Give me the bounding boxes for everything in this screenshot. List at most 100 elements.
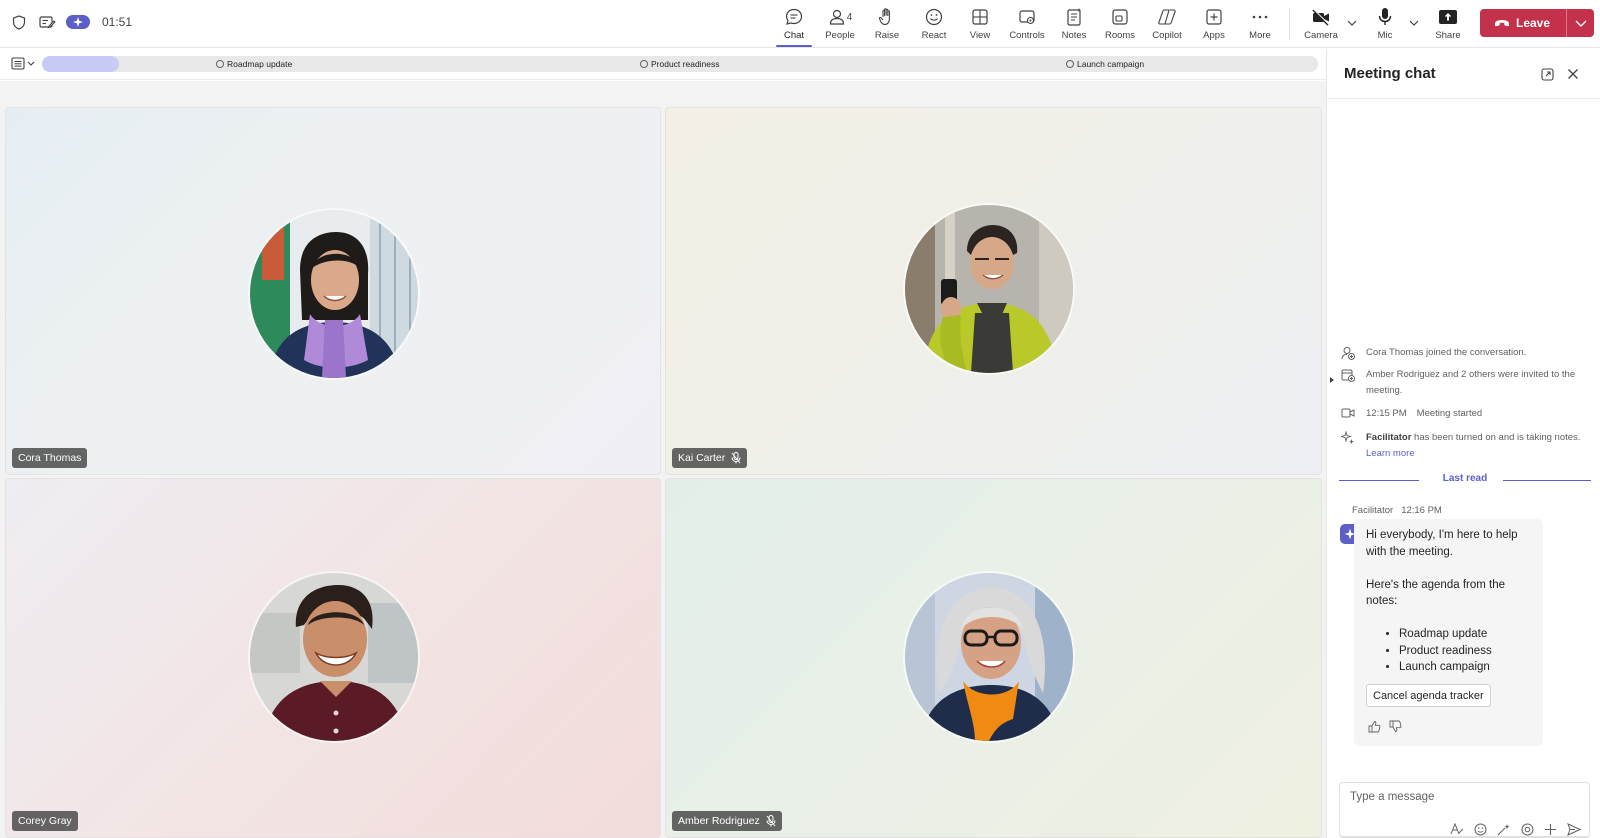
agenda-item-roadmap-update[interactable]: Roadmap update (216, 59, 292, 69)
chevron-down-icon (27, 61, 35, 66)
raise-hand-icon (878, 6, 896, 28)
participant-avatar (250, 210, 418, 378)
thumbs-down-icon[interactable] (1389, 720, 1402, 733)
teams-meeting-window: 01:51 Chat 4 People Raise React View Con… (0, 0, 1600, 838)
format-icon[interactable] (1450, 823, 1464, 836)
toolbar-rooms-button[interactable]: Rooms (1098, 6, 1142, 44)
video-icon (1340, 406, 1356, 422)
event-time: 12:15 PM (1366, 408, 1407, 419)
loop-icon[interactable] (1521, 823, 1534, 836)
learn-more-link[interactable]: Learn more (1366, 448, 1415, 459)
agenda-status-circle-icon (216, 60, 224, 68)
event-text: Cora Thomas joined the conversation. (1366, 347, 1527, 358)
toolbar-more-button[interactable]: More (1238, 6, 1282, 44)
emoji-icon[interactable] (1474, 823, 1487, 836)
toolbar-notes-label: Notes (1061, 30, 1087, 41)
participant-name: Cora Thomas (18, 452, 82, 464)
agenda-item-product-readiness[interactable]: Product readiness (640, 59, 720, 69)
controls-icon (1018, 6, 1036, 28)
calendar-add-icon (1340, 367, 1356, 399)
agenda-item-launch-campaign[interactable]: Launch campaign (1066, 59, 1144, 69)
shield-icon[interactable] (10, 13, 28, 31)
mic-off-icon (766, 815, 776, 827)
expand-caret-icon[interactable] (1330, 377, 1334, 383)
pop-out-icon[interactable] (1539, 66, 1555, 82)
video-gallery: Cora Thomas Kai Carter Corey Gray Amber … (0, 81, 1326, 838)
thumbs-up-icon[interactable] (1368, 720, 1381, 733)
toolbar-more-label: More (1249, 30, 1271, 41)
close-icon[interactable] (1565, 66, 1581, 82)
toolbar-people-button[interactable]: 4 People (818, 6, 862, 44)
toolbar-copilot-label: Copilot (1152, 30, 1182, 41)
participant-avatar (905, 205, 1073, 373)
toolbar-react-button[interactable]: React (912, 6, 956, 44)
toolbar-notes-button[interactable]: Notes (1052, 6, 1096, 44)
facilitator-sparkle-icon[interactable] (66, 15, 90, 29)
people-count: 4 (846, 11, 853, 23)
list-item: Launch campaign (1399, 659, 1531, 676)
toolbar-share-button[interactable]: Share (1426, 6, 1470, 44)
notes-icon (1065, 6, 1083, 28)
toolbar-raise-label: Raise (874, 30, 900, 41)
chat-event-meeting-started: 12:15 PM Meeting started (1340, 406, 1590, 422)
participant-tile-kai-carter[interactable]: Kai Carter (665, 107, 1322, 475)
agenda-list: Roadmap update Product readiness Launch … (1399, 626, 1531, 676)
agenda-item-label: Roadmap update (227, 59, 293, 69)
chat-event-joined: Cora Thomas joined the conversation. (1340, 345, 1590, 361)
phone-hangup-icon (1495, 20, 1509, 27)
participant-tile-amber-rodriguez[interactable]: Amber Rodriguez (665, 478, 1322, 838)
toolbar-mic-button[interactable]: Mic (1363, 6, 1407, 44)
chat-event-invited: Amber Rodriguez and 2 others were invite… (1340, 367, 1590, 399)
agenda-progress-track: Roadmap update Product readiness Launch … (42, 56, 1318, 72)
event-text: Facilitator has been turned on and is ta… (1366, 430, 1590, 462)
toolbar-apps-button[interactable]: Apps (1192, 6, 1236, 44)
agenda-menu-button[interactable] (11, 57, 35, 70)
toolbar-controls-button[interactable]: Controls (1005, 6, 1049, 44)
message-paragraph: Here's the agenda from the notes: (1366, 578, 1505, 608)
participant-name-tag: Corey Gray (12, 811, 78, 831)
notes-edit-icon[interactable] (38, 13, 56, 31)
apps-icon (1205, 6, 1223, 28)
leave-button[interactable]: Leave (1480, 9, 1594, 37)
agenda-progress-fill (42, 56, 119, 72)
person-joined-icon (1340, 345, 1356, 361)
participant-avatar (905, 573, 1073, 741)
camera-options-chevron-icon[interactable] (1345, 16, 1359, 30)
mic-options-chevron-icon[interactable] (1407, 16, 1421, 30)
toolbar-chat-button[interactable]: Chat (772, 6, 816, 47)
toolbar-camera-label: Camera (1304, 30, 1338, 41)
composer-toolbar (1450, 823, 1581, 836)
participant-tile-cora-thomas[interactable]: Cora Thomas (5, 107, 661, 475)
toolbar-share-label: Share (1435, 30, 1461, 41)
agenda-status-circle-icon (1066, 60, 1074, 68)
rooms-icon (1111, 6, 1129, 28)
toolbar-raise-button[interactable]: Raise (865, 6, 909, 44)
participant-name: Kai Carter (678, 452, 726, 464)
meeting-toolbar: 01:51 Chat 4 People Raise React View Con… (0, 0, 1600, 48)
copilot-compose-icon[interactable] (1497, 823, 1511, 836)
toolbar-copilot-button[interactable]: Copilot (1145, 6, 1189, 44)
leave-options-chevron-icon[interactable] (1567, 20, 1594, 27)
participant-name-tag: Kai Carter (672, 448, 748, 468)
message-composer (1339, 782, 1590, 838)
participant-name: Corey Gray (18, 815, 72, 827)
toolbar-camera-button[interactable]: Camera (1299, 6, 1343, 44)
facilitator-message: Hi everybody, I'm here to help with the … (1354, 519, 1543, 746)
meeting-timer: 01:51 (102, 15, 133, 29)
message-sender: Facilitator (1352, 505, 1394, 516)
send-icon[interactable] (1567, 823, 1581, 836)
list-item: Roadmap update (1399, 626, 1531, 643)
toolbar-rooms-label: Rooms (1104, 30, 1136, 41)
event-text: Amber Rodriguez and 2 others were invite… (1366, 369, 1576, 396)
participant-tile-corey-gray[interactable]: Corey Gray (5, 478, 661, 838)
toolbar-view-button[interactable]: View (958, 6, 1002, 44)
message-time: 12:16 PM (1401, 505, 1442, 516)
event-text: Meeting started (1416, 408, 1483, 419)
message-paragraph: Hi everybody, I'm here to help with the … (1366, 529, 1518, 558)
cancel-agenda-tracker-button[interactable]: Cancel agenda tracker (1366, 684, 1491, 707)
message-input[interactable] (1350, 791, 1580, 803)
chat-icon (784, 6, 804, 28)
leave-main[interactable]: Leave (1480, 16, 1566, 30)
list-icon (11, 57, 25, 70)
plus-icon[interactable] (1544, 823, 1557, 836)
